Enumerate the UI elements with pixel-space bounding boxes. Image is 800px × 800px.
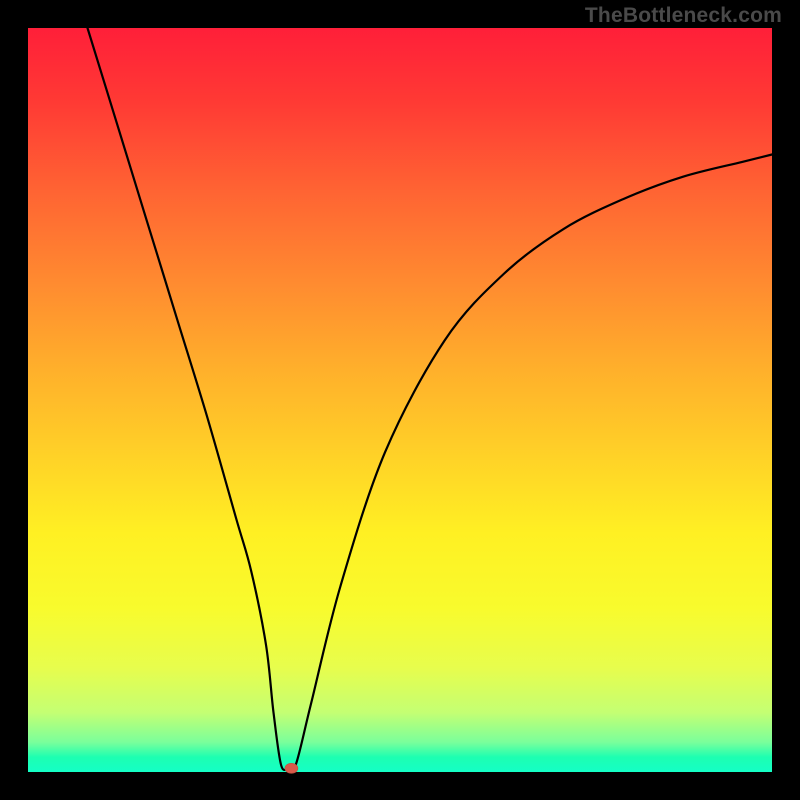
curve-svg xyxy=(28,28,772,772)
bottleneck-curve xyxy=(88,28,773,770)
minimum-marker xyxy=(285,763,298,773)
chart-frame: TheBottleneck.com xyxy=(0,0,800,800)
watermark-text: TheBottleneck.com xyxy=(585,4,782,28)
plot-area xyxy=(28,28,772,772)
